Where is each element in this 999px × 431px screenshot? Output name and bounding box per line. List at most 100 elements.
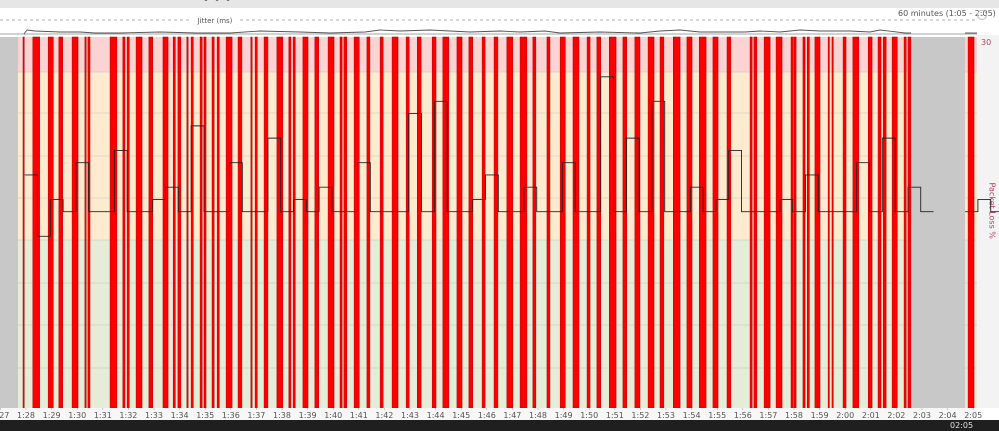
packet-loss-bar	[609, 36, 617, 409]
x-tick-label: 2:00	[836, 411, 854, 420]
packet-loss-bar	[763, 36, 771, 409]
jitter-label: Jitter (ms)	[197, 17, 233, 25]
packet-loss-bar	[87, 36, 91, 409]
x-tick-label: 1:57	[759, 411, 777, 420]
packet-loss-bar	[32, 36, 40, 409]
x-tick-label: 2:04	[939, 411, 957, 420]
packet-loss-bar	[852, 36, 860, 409]
x-tick-label: 1:51	[606, 411, 624, 420]
x-tick-label: 1:36	[222, 411, 240, 420]
timeline-chart[interactable]: Jitter (ms) 1:27 1:28 1:29 1:30 1:31 1:32 1:33…	[0, 0, 999, 420]
x-tick-label: 1:34	[171, 411, 189, 420]
x-tick-label: 2:05	[964, 411, 982, 420]
packet-loss-bar	[775, 36, 783, 409]
x-tick-label: 1:33	[145, 411, 163, 420]
packet-loss-bar	[379, 36, 384, 409]
packet-loss-bar	[481, 36, 486, 409]
threshold-band-low	[0, 240, 977, 408]
x-tick-label: 1:56	[734, 411, 752, 420]
x-tick-label: 1:58	[785, 411, 803, 420]
packet-loss-bar	[793, 36, 797, 409]
packet-loss-bar	[546, 36, 551, 409]
packet-loss-bar	[726, 36, 732, 409]
packet-loss-bar	[749, 36, 753, 409]
x-tick-label: 1:52	[631, 411, 649, 420]
x-tick-label: 1:50	[580, 411, 598, 420]
packet-loss-bar	[827, 36, 830, 409]
packet-loss-bar	[211, 36, 215, 409]
packet-loss-bar	[109, 36, 118, 409]
packet-loss-bar	[288, 36, 292, 409]
x-tick-label: 1:27	[0, 411, 9, 420]
x-tick-label: 1:28	[17, 411, 35, 420]
x-tick-label: 1:30	[68, 411, 86, 420]
jitter-trace	[23, 29, 911, 35]
packet-loss-bar	[22, 36, 25, 409]
packet-loss-bar	[456, 36, 463, 409]
packet-loss-bar	[263, 36, 269, 409]
threshold-band-high	[0, 37, 977, 72]
packet-loss-bar	[831, 36, 834, 409]
x-tick-label: 1:53	[657, 411, 675, 420]
packet-loss-bar	[686, 36, 693, 409]
x-tick-label: 1:38	[273, 411, 291, 420]
packet-loss-bar	[71, 36, 79, 409]
packet-loss-bar	[877, 36, 882, 409]
x-tick-label: 1:35	[196, 411, 214, 420]
packet-loss-bar	[199, 36, 203, 409]
packet-loss-bar	[250, 36, 253, 409]
packet-loss-bar	[673, 36, 681, 409]
packet-loss-bar	[225, 36, 233, 409]
x-tick-label: 1:37	[247, 411, 265, 420]
packet-loss-bar	[442, 36, 450, 409]
x-tick-label: 1:55	[708, 411, 726, 420]
packet-loss-bar	[532, 36, 537, 409]
packet-loss-bar	[353, 36, 360, 409]
packet-loss-bar	[468, 36, 473, 409]
packet-loss-bar	[254, 36, 258, 409]
x-tick-label: 1:43	[401, 411, 419, 420]
taskbar-clock: 02:05	[950, 421, 974, 430]
packet-loss-bar	[967, 36, 975, 409]
packet-loss-bar	[790, 36, 794, 409]
packet-loss-bar	[572, 36, 580, 409]
packet-loss-bar	[634, 36, 641, 409]
packet-loss-bar	[712, 36, 719, 409]
packet-loss-bar	[126, 36, 130, 409]
packet-loss-bar	[292, 36, 296, 409]
x-tick-label: 1:42	[375, 411, 393, 420]
x-tick-label: 1:41	[350, 411, 368, 420]
packet-loss-bar	[190, 36, 194, 409]
packet-loss-bar	[417, 36, 422, 409]
x-tick-label: 1:47	[503, 411, 521, 420]
no-data-region	[0, 37, 18, 408]
packet-loss-bar	[186, 36, 189, 409]
packet-loss-bar	[314, 36, 319, 409]
packet-loss-bar	[493, 36, 499, 409]
packet-loss-bar	[519, 36, 528, 409]
x-tick-label: 1:44	[427, 411, 445, 420]
packet-loss-bar	[622, 36, 627, 409]
packet-loss-bar	[172, 36, 176, 409]
x-tick-label: 1:48	[529, 411, 547, 420]
x-tick-label: 1:46	[478, 411, 496, 420]
packet-loss-bar	[339, 36, 343, 409]
packet-loss-bar	[596, 36, 601, 409]
packet-loss-bar	[148, 36, 153, 409]
x-tick-label: 2:03	[913, 411, 931, 420]
packet-loss-bar	[391, 36, 399, 409]
packet-loss-bar	[84, 36, 87, 409]
x-tick-label: 1:32	[119, 411, 137, 420]
taskbar: 02:05	[0, 420, 999, 431]
packet-loss-bar	[903, 36, 907, 409]
packet-loss-bar	[276, 36, 284, 409]
packet-loss-bar	[405, 36, 410, 409]
x-tick-label: 1:49	[555, 411, 573, 420]
packet-loss-bar	[882, 36, 887, 409]
x-tick-label: 1:31	[94, 411, 112, 420]
packet-loss-bar	[366, 36, 371, 409]
x-tick-label: 1:39	[299, 411, 317, 420]
x-tick-label: 1:54	[683, 411, 701, 420]
x-tick-label: 1:45	[452, 411, 470, 420]
packet-loss-bar	[814, 36, 821, 409]
